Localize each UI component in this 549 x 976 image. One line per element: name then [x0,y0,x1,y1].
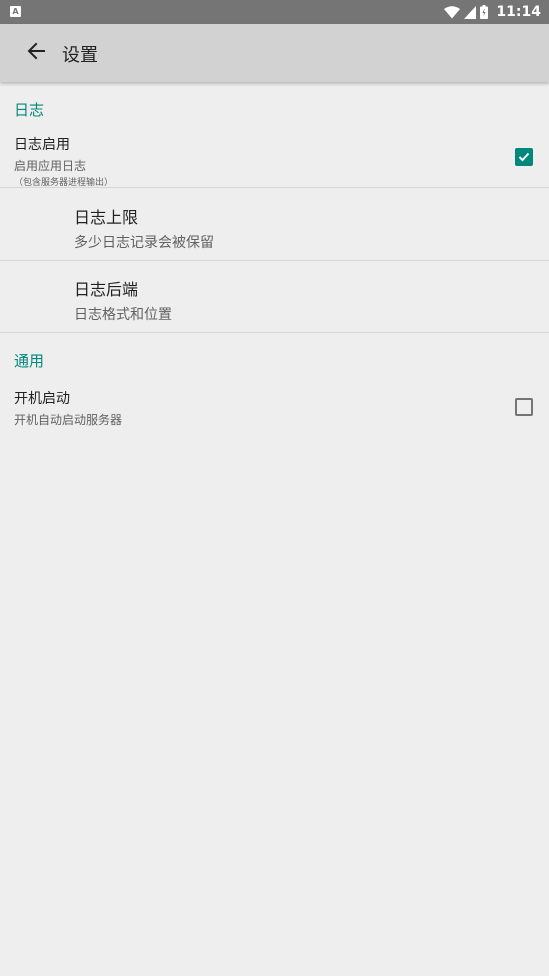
arrow-left-icon [27,42,45,64]
pref-log-limit[interactable]: 日志上限 多少日志记录会被保留 [0,188,549,260]
divider [0,332,549,333]
pref-log-enable-title: 日志启用 [14,137,70,153]
pref-log-backend-summary: 日志格式和位置 [74,307,172,323]
pref-log-enable[interactable]: 日志启用 启用应用日志 （包含服务器进程输出） [0,132,549,188]
status-time: 11:14 [496,4,541,20]
signal-icon [464,5,477,19]
pref-log-backend-title: 日志后端 [74,280,139,299]
app-bar: 设置 [0,24,549,82]
back-button[interactable] [18,35,54,71]
log-enable-checkbox[interactable] [515,148,533,166]
boot-start-checkbox[interactable] [515,398,533,416]
pref-boot-start-title: 开机启动 [14,391,70,407]
pref-log-limit-summary: 多少日志记录会被保留 [74,235,214,251]
category-general: 通用 [14,352,45,370]
pref-boot-start-summary: 开机自动启动服务器 [14,413,123,427]
page-title: 设置 [62,45,98,66]
pref-log-limit-title: 日志上限 [74,208,139,227]
category-log: 日志 [14,101,45,119]
pref-log-backend[interactable]: 日志后端 日志格式和位置 [0,261,549,332]
status-bar: A 11:14 [0,0,549,24]
check-icon [518,152,530,162]
notification-icon: A [10,6,21,17]
wifi-icon [444,5,461,19]
pref-boot-start[interactable]: 开机启动 开机自动启动服务器 [0,383,549,429]
status-icons: 11:14 [444,0,541,24]
pref-log-enable-summary: 启用应用日志 [14,159,87,173]
battery-icon [480,5,489,19]
